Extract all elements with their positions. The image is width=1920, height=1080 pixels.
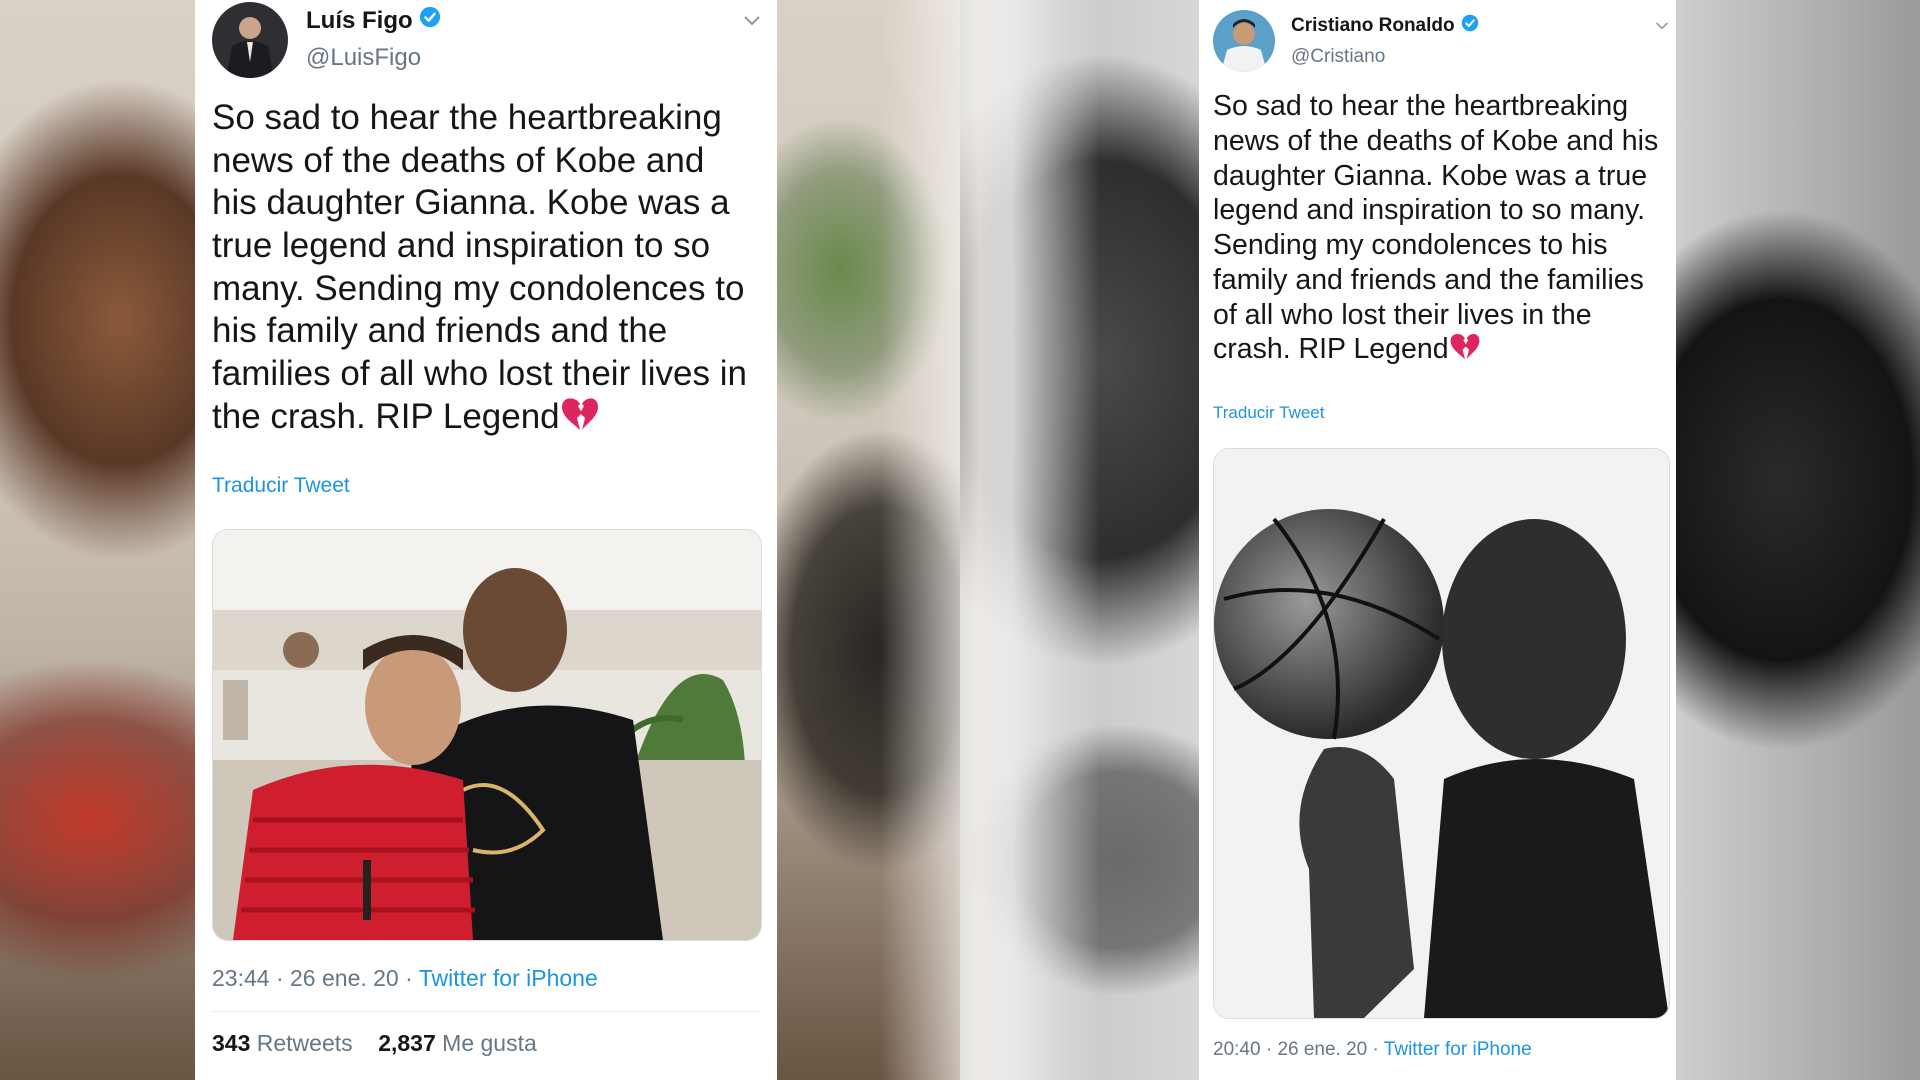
- meta-separator: ·: [1260, 1039, 1278, 1060]
- meta-separator: ·: [269, 965, 291, 991]
- display-name[interactable]: Luís Figo: [306, 7, 413, 35]
- tweet-source-link[interactable]: Twitter for iPhone: [419, 965, 598, 991]
- translate-tweet-link[interactable]: Traducir Tweet: [1213, 403, 1325, 423]
- chevron-down-icon[interactable]: [1655, 18, 1669, 36]
- user-handle[interactable]: @Cristiano: [1291, 46, 1385, 68]
- tweet-time[interactable]: 23:44: [212, 965, 270, 991]
- tweet-photo[interactable]: [212, 529, 762, 941]
- divider: [212, 1011, 760, 1012]
- tweet-source-link[interactable]: Twitter for iPhone: [1384, 1039, 1532, 1060]
- retweets-label: Retweets: [256, 1030, 353, 1056]
- likes-stat[interactable]: 2,837 Me gusta: [378, 1030, 537, 1056]
- tweet-time[interactable]: 20:40: [1213, 1039, 1261, 1060]
- meta-separator: ·: [398, 965, 419, 991]
- verified-badge-icon: [419, 6, 441, 35]
- retweets-stat[interactable]: 343 Retweets: [212, 1030, 353, 1056]
- broken-heart-icon: [1449, 333, 1481, 365]
- translate-tweet-link[interactable]: Traducir Tweet: [212, 474, 350, 498]
- tweet-card-figo: Luís Figo @LuisFigo So sad to hear the h…: [195, 0, 777, 1080]
- tweet-text-body: So sad to hear the heartbreaking news of…: [1213, 90, 1659, 366]
- tweet-date[interactable]: 26 ene. 20: [290, 965, 399, 991]
- tweet-card-ronaldo: Cristiano Ronaldo @Cristiano So sad to h…: [1199, 0, 1676, 1080]
- verified-badge-icon: [1461, 14, 1479, 38]
- user-handle[interactable]: @LuisFigo: [306, 44, 421, 72]
- likes-count: 2,837: [378, 1030, 436, 1056]
- tweet-timestamp-row: 23:44 · 26 ene. 20 · Twitter for iPhone: [212, 965, 598, 992]
- broken-heart-icon: [560, 397, 600, 436]
- meta-separator: ·: [1367, 1039, 1384, 1060]
- chevron-down-icon[interactable]: [743, 14, 761, 32]
- tweet-date[interactable]: 26 ene. 20: [1277, 1039, 1367, 1060]
- tweet-text: So sad to hear the heartbreaking news of…: [212, 97, 757, 439]
- retweets-count: 343: [212, 1030, 251, 1056]
- avatar[interactable]: [1213, 10, 1275, 72]
- engagement-stats: 343 Retweets 2,837 Me gusta: [212, 1030, 537, 1057]
- avatar[interactable]: [212, 2, 288, 78]
- display-name-row[interactable]: Cristiano Ronaldo: [1291, 14, 1479, 38]
- tweet-text: So sad to hear the heartbreaking news of…: [1213, 89, 1663, 367]
- tweet-photo[interactable]: [1213, 448, 1670, 1019]
- display-name-row[interactable]: Luís Figo: [306, 6, 441, 35]
- display-name[interactable]: Cristiano Ronaldo: [1291, 15, 1455, 37]
- background-center-blur: [880, 0, 1100, 1080]
- likes-label: Me gusta: [442, 1030, 537, 1056]
- tweet-text-body: So sad to hear the heartbreaking news of…: [212, 98, 747, 436]
- tweet-timestamp-row: 20:40 · 26 ene. 20 · Twitter for iPhone: [1213, 1039, 1532, 1061]
